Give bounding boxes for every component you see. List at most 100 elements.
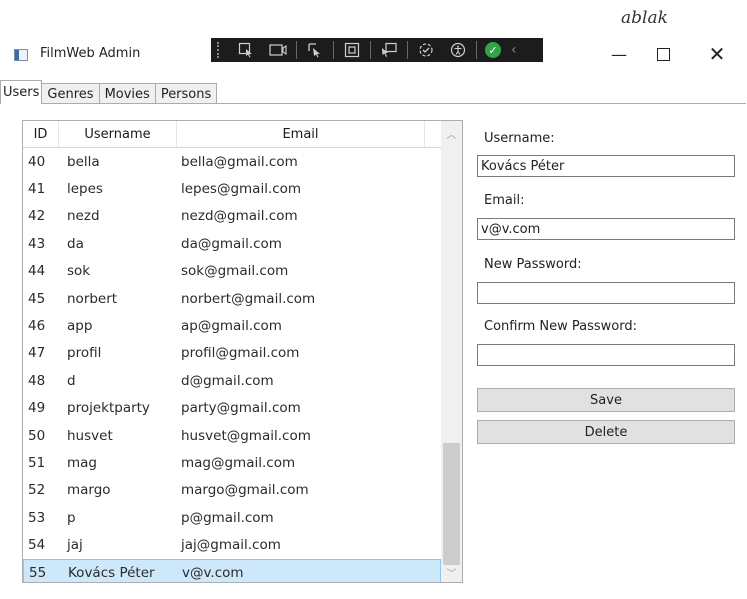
scrollbar-thumb[interactable] bbox=[443, 443, 460, 565]
select-element-icon[interactable] bbox=[235, 41, 257, 59]
username-label: Username: bbox=[484, 131, 555, 146]
cell-username: lepes bbox=[67, 181, 103, 198]
cell-username: nezd bbox=[67, 208, 100, 225]
cell-email: husvet@gmail.com bbox=[181, 427, 311, 444]
username-input[interactable] bbox=[477, 155, 735, 177]
accessibility-icon[interactable] bbox=[447, 41, 469, 59]
table-row[interactable]: 52 margo margo@gmail.com bbox=[23, 477, 441, 504]
cell-email: ap@gmail.com bbox=[181, 318, 282, 335]
cell-id: 51 bbox=[28, 454, 46, 471]
track-focus-icon[interactable] bbox=[304, 41, 326, 59]
wpf-debug-toolbar: ✓ ‹ bbox=[211, 38, 543, 62]
cell-email: mag@gmail.com bbox=[181, 454, 296, 471]
cell-username: p bbox=[67, 509, 76, 526]
cell-username: d bbox=[67, 372, 76, 389]
collapse-chevron-icon[interactable]: ‹ bbox=[511, 42, 517, 58]
table-row[interactable]: 46 app ap@gmail.com bbox=[23, 312, 441, 339]
cell-username: bella bbox=[67, 153, 100, 170]
table-row[interactable]: 50 husvet husvet@gmail.com bbox=[23, 422, 441, 449]
column-header-id[interactable]: ID bbox=[23, 121, 59, 147]
cell-email: norbert@gmail.com bbox=[181, 290, 316, 307]
delete-button[interactable]: Delete bbox=[477, 420, 735, 444]
app-window-icon bbox=[14, 49, 28, 61]
tab-genres[interactable]: Genres bbox=[41, 83, 100, 104]
cell-username: app bbox=[67, 318, 93, 335]
cell-id: 46 bbox=[28, 318, 46, 335]
table-row[interactable]: 45 norbert norbert@gmail.com bbox=[23, 285, 441, 312]
cell-username: jaj bbox=[67, 537, 83, 554]
toolbar-separator bbox=[476, 41, 477, 59]
minimize-button[interactable]: — bbox=[604, 42, 634, 66]
confirm-password-input[interactable] bbox=[477, 344, 735, 366]
cell-id: 44 bbox=[28, 263, 46, 280]
window-title: FilmWeb Admin bbox=[40, 46, 141, 61]
success-icon[interactable]: ✓ bbox=[485, 42, 501, 58]
column-header-email[interactable]: Email bbox=[177, 121, 425, 147]
cell-id: 40 bbox=[28, 153, 46, 170]
cell-username: profil bbox=[67, 345, 102, 362]
email-input[interactable] bbox=[477, 218, 735, 240]
cell-id: 47 bbox=[28, 345, 46, 362]
table-row[interactable]: 40 bella bella@gmail.com bbox=[23, 148, 441, 175]
binding-icon[interactable] bbox=[341, 41, 363, 59]
cell-username: husvet bbox=[67, 427, 113, 444]
table-row[interactable]: 48 d d@gmail.com bbox=[23, 367, 441, 394]
cell-id: 52 bbox=[28, 482, 46, 499]
cell-username: margo bbox=[67, 482, 111, 499]
tab-users[interactable]: Users bbox=[0, 80, 43, 104]
cell-email: p@gmail.com bbox=[181, 509, 274, 526]
cell-email: profil@gmail.com bbox=[181, 345, 300, 362]
cell-email: nezd@gmail.com bbox=[181, 208, 298, 225]
scroll-up-icon[interactable]: ︿ bbox=[441, 123, 462, 143]
cell-id: 49 bbox=[28, 400, 46, 417]
users-data-grid[interactable]: ID Username Email 40 bella bella@gmail.com… bbox=[22, 120, 463, 583]
cell-id: 54 bbox=[28, 537, 46, 554]
tab-strip: Users Genres Movies Persons bbox=[0, 80, 218, 104]
cell-email: jaj@gmail.com bbox=[181, 537, 281, 554]
figure-caption: ablak bbox=[621, 8, 668, 28]
toolbar-separator bbox=[333, 41, 334, 59]
tab-persons[interactable]: Persons bbox=[154, 83, 218, 104]
new-password-input[interactable] bbox=[477, 282, 735, 304]
cell-id: 42 bbox=[28, 208, 46, 225]
table-row-selected[interactable]: 55 Kovács Péter v@v.com bbox=[23, 558, 441, 582]
cell-email: party@gmail.com bbox=[181, 400, 301, 417]
cell-username: projektparty bbox=[67, 400, 150, 417]
table-row[interactable]: 54 jaj jaj@gmail.com bbox=[23, 531, 441, 558]
table-row[interactable]: 42 nezd nezd@gmail.com bbox=[23, 203, 441, 230]
cell-username: mag bbox=[67, 454, 97, 471]
maximize-button[interactable] bbox=[648, 42, 678, 66]
cell-username: da bbox=[67, 235, 84, 252]
grid-vertical-scrollbar[interactable]: ︿ ﹀ bbox=[441, 121, 462, 582]
cell-id: 48 bbox=[28, 372, 46, 389]
tab-movies[interactable]: Movies bbox=[98, 83, 156, 104]
display-layout-icon[interactable] bbox=[267, 41, 289, 59]
accessibility-scan-icon[interactable] bbox=[415, 41, 437, 59]
cell-id: 55 bbox=[29, 564, 47, 581]
close-button[interactable]: ✕ bbox=[702, 42, 732, 66]
table-row[interactable]: 51 mag mag@gmail.com bbox=[23, 449, 441, 476]
cell-username: sok bbox=[67, 263, 91, 280]
table-row[interactable]: 41 lepes lepes@gmail.com bbox=[23, 175, 441, 202]
toolbar-grip-icon[interactable] bbox=[217, 42, 224, 58]
table-row[interactable]: 44 sok sok@gmail.com bbox=[23, 258, 441, 285]
cell-email: da@gmail.com bbox=[181, 235, 282, 252]
table-row[interactable]: 53 p p@gmail.com bbox=[23, 504, 441, 531]
grid-rows: 40 bella bella@gmail.com 41 lepes lepes@gmail… bbox=[23, 148, 441, 582]
toolbar-separator bbox=[407, 41, 408, 59]
table-row[interactable]: 43 da da@gmail.com bbox=[23, 230, 441, 257]
toolbar-separator bbox=[370, 41, 371, 59]
cell-email: v@v.com bbox=[182, 564, 244, 581]
table-row[interactable]: 47 profil profil@gmail.com bbox=[23, 340, 441, 367]
table-row[interactable]: 49 projektparty party@gmail.com bbox=[23, 395, 441, 422]
column-header-username[interactable]: Username bbox=[59, 121, 177, 147]
hot-reload-icon[interactable] bbox=[378, 41, 400, 59]
scroll-down-icon[interactable]: ﹀ bbox=[441, 562, 462, 582]
save-button[interactable]: Save bbox=[477, 388, 735, 412]
new-password-label: New Password: bbox=[484, 257, 582, 272]
grid-header: ID Username Email bbox=[23, 121, 441, 148]
cell-id: 50 bbox=[28, 427, 46, 444]
cell-id: 53 bbox=[28, 509, 46, 526]
cell-email: bella@gmail.com bbox=[181, 153, 298, 170]
cell-username: Kovács Péter bbox=[68, 564, 155, 581]
